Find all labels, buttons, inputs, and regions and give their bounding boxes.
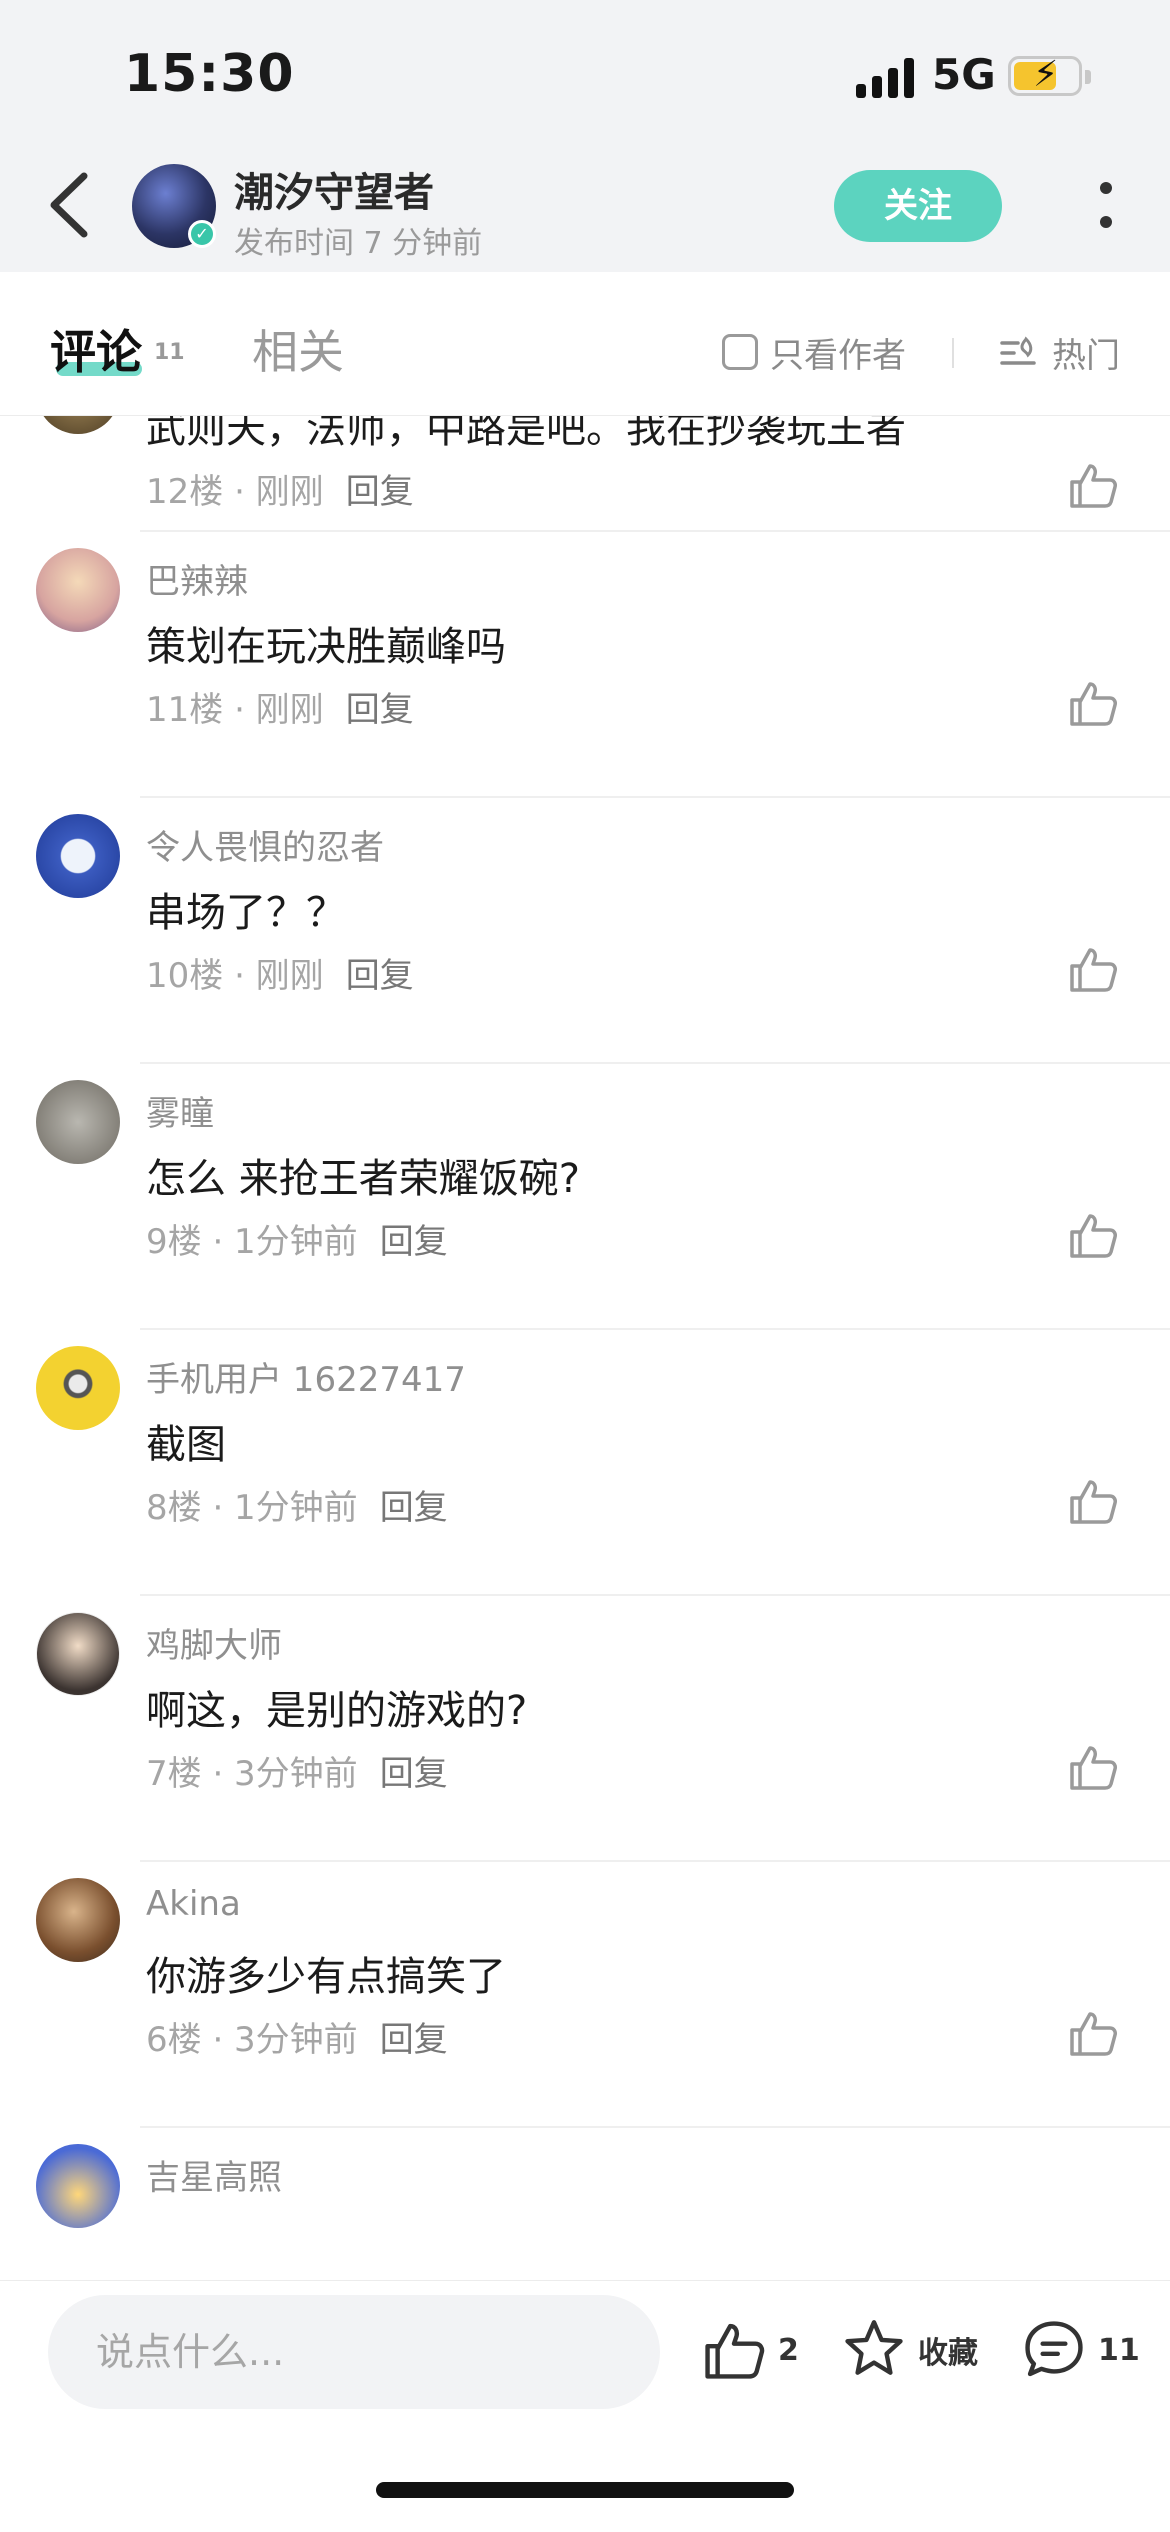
follow-button[interactable]: 关注 (834, 170, 1002, 242)
comment-item: 手机用户 16227417 截图 8楼 · 1分钟前 回复 (0, 1330, 1170, 1596)
comment-meta: 8楼 · 1分钟前 回复 (146, 1480, 448, 1529)
comment-text: 截图 (146, 1422, 226, 1468)
comment-text: 武则天，法师，中路是吧。我在抄袭玩王者 (146, 416, 906, 452)
comment-meta: 11楼 · 刚刚 回复 (146, 682, 414, 731)
reply-button[interactable]: 回复 (346, 472, 414, 512)
comment-item: 吉星高照 (0, 2128, 1170, 2280)
reply-button[interactable]: 回复 (380, 1222, 448, 1262)
comment-tabs: 评论 11 相关 只看作者 热门 (0, 272, 1170, 416)
comment-count: 11 (1098, 2332, 1140, 2368)
commenter-name[interactable]: 令人畏惧的忍者 (146, 820, 384, 869)
only-author-label: 只看作者 (770, 335, 906, 376)
thumbs-up-icon[interactable] (1066, 942, 1120, 996)
hot-sort-icon (1000, 335, 1036, 365)
home-indicator (376, 2482, 794, 2498)
publish-time: 发布时间 7 分钟前 (234, 226, 483, 261)
thumbs-up-icon[interactable] (1066, 1474, 1120, 1528)
reply-button[interactable]: 回复 (380, 1488, 448, 1528)
only-author-toggle[interactable]: 只看作者 (722, 330, 906, 376)
like-count: 2 (778, 2332, 799, 2368)
back-icon[interactable] (44, 170, 94, 240)
comment-floor: 10楼 · 刚刚 (146, 956, 324, 996)
reply-button[interactable]: 回复 (346, 956, 414, 996)
comment-meta: 10楼 · 刚刚 回复 (146, 948, 414, 997)
comments-button[interactable]: 11 (1020, 2315, 1140, 2385)
comment-floor: 12楼 · 刚刚 (146, 472, 324, 512)
tab-comments[interactable]: 评论 (50, 316, 142, 382)
signal-icon (856, 58, 916, 98)
thumbs-up-icon[interactable] (1066, 2006, 1120, 2060)
comment-meta: 6楼 · 3分钟前 回复 (146, 2012, 448, 2061)
verified-icon: ✓ (188, 220, 216, 248)
commenter-avatar[interactable] (36, 1612, 120, 1696)
commenter-name[interactable]: Akina (146, 1884, 241, 1924)
thumbs-up-icon[interactable] (1066, 458, 1120, 512)
comment-item: 鸡脚大师 啊这，是别的游戏的? 7楼 · 3分钟前 回复 (0, 1596, 1170, 1862)
comment-floor: 8楼 · 1分钟前 (146, 1488, 358, 1528)
comment-floor: 9楼 · 1分钟前 (146, 1222, 358, 1262)
comment-item: 巴辣辣 策划在玩决胜巅峰吗 11楼 · 刚刚 回复 (0, 532, 1170, 798)
commenter-name[interactable]: 巴辣辣 (146, 554, 248, 603)
checkbox-icon[interactable] (722, 334, 758, 370)
comment-list: 武则天，法师，中路是吧。我在抄袭玩王者 12楼 · 刚刚 回复 巴辣辣 策划在玩决… (0, 416, 1170, 2280)
sort-label: 热门 (1052, 336, 1120, 376)
comment-input[interactable] (48, 2295, 660, 2409)
thumbs-up-icon[interactable] (1066, 1740, 1120, 1794)
commenter-avatar[interactable] (36, 2144, 120, 2228)
comment-meta: 9楼 · 1分钟前 回复 (146, 1214, 448, 1263)
star-icon (845, 2320, 903, 2375)
tab-related[interactable]: 相关 (252, 316, 344, 382)
commenter-name[interactable]: 鸡脚大师 (146, 1618, 282, 1667)
comment-item: 武则天，法师，中路是吧。我在抄袭玩王者 12楼 · 刚刚 回复 (0, 416, 1170, 532)
commenter-name[interactable]: 雾瞳 (146, 1086, 214, 1135)
battery-icon: ⚡ (1008, 55, 1091, 96)
reply-button[interactable]: 回复 (380, 1754, 448, 1794)
comment-meta: 7楼 · 3分钟前 回复 (146, 1746, 448, 1795)
comment-floor: 11楼 · 刚刚 (146, 690, 324, 730)
commenter-avatar[interactable] (36, 1080, 120, 1164)
comment-icon (1025, 2321, 1083, 2377)
commenter-avatar[interactable] (36, 548, 120, 632)
favorite-button[interactable]: 收藏 (840, 2315, 978, 2385)
network-label: 5G (932, 50, 996, 99)
comment-text: 串场了？？ (146, 890, 346, 936)
commenter-avatar[interactable] (36, 1878, 120, 1962)
divider (952, 338, 954, 368)
thumbs-up-icon (705, 2323, 765, 2379)
comment-text: 啊这，是别的游戏的? (146, 1688, 528, 1734)
comment-text: 你游多少有点搞笑了 (146, 1954, 506, 2000)
commenter-name[interactable]: 手机用户 16227417 (146, 1352, 466, 1401)
commenter-avatar[interactable] (36, 1346, 120, 1430)
comment-item: 令人畏惧的忍者 串场了？？ 10楼 · 刚刚 回复 (0, 798, 1170, 1064)
status-time: 15:30 (124, 44, 295, 104)
like-button[interactable]: 2 (700, 2315, 799, 2385)
commenter-name[interactable]: 吉星高照 (146, 2150, 282, 2199)
author-name[interactable]: 潮汐守望者 (234, 160, 434, 218)
comment-floor: 6楼 · 3分钟前 (146, 2020, 358, 2060)
more-icon[interactable] (1096, 178, 1116, 234)
commenter-avatar[interactable] (36, 416, 120, 434)
comment-text: 怎么 来抢王者荣耀饭碗? (146, 1156, 580, 1202)
tab-comments-count: 11 (154, 340, 185, 365)
comment-item: 雾瞳 怎么 来抢王者荣耀饭碗? 9楼 · 1分钟前 回复 (0, 1064, 1170, 1330)
reply-button[interactable]: 回复 (346, 690, 414, 730)
favorite-label: 收藏 (918, 2336, 978, 2371)
commenter-avatar[interactable] (36, 814, 120, 898)
comment-meta: 12楼 · 刚刚 回复 (146, 464, 414, 513)
thumbs-up-icon[interactable] (1066, 676, 1120, 730)
comment-floor: 7楼 · 3分钟前 (146, 1754, 358, 1794)
thumbs-up-icon[interactable] (1066, 1208, 1120, 1262)
comment-text: 策划在玩决胜巅峰吗 (146, 624, 506, 670)
sort-hot-button[interactable]: 热门 (998, 328, 1120, 377)
reply-button[interactable]: 回复 (380, 2020, 448, 2060)
comment-item: Akina 你游多少有点搞笑了 6楼 · 3分钟前 回复 (0, 1862, 1170, 2128)
